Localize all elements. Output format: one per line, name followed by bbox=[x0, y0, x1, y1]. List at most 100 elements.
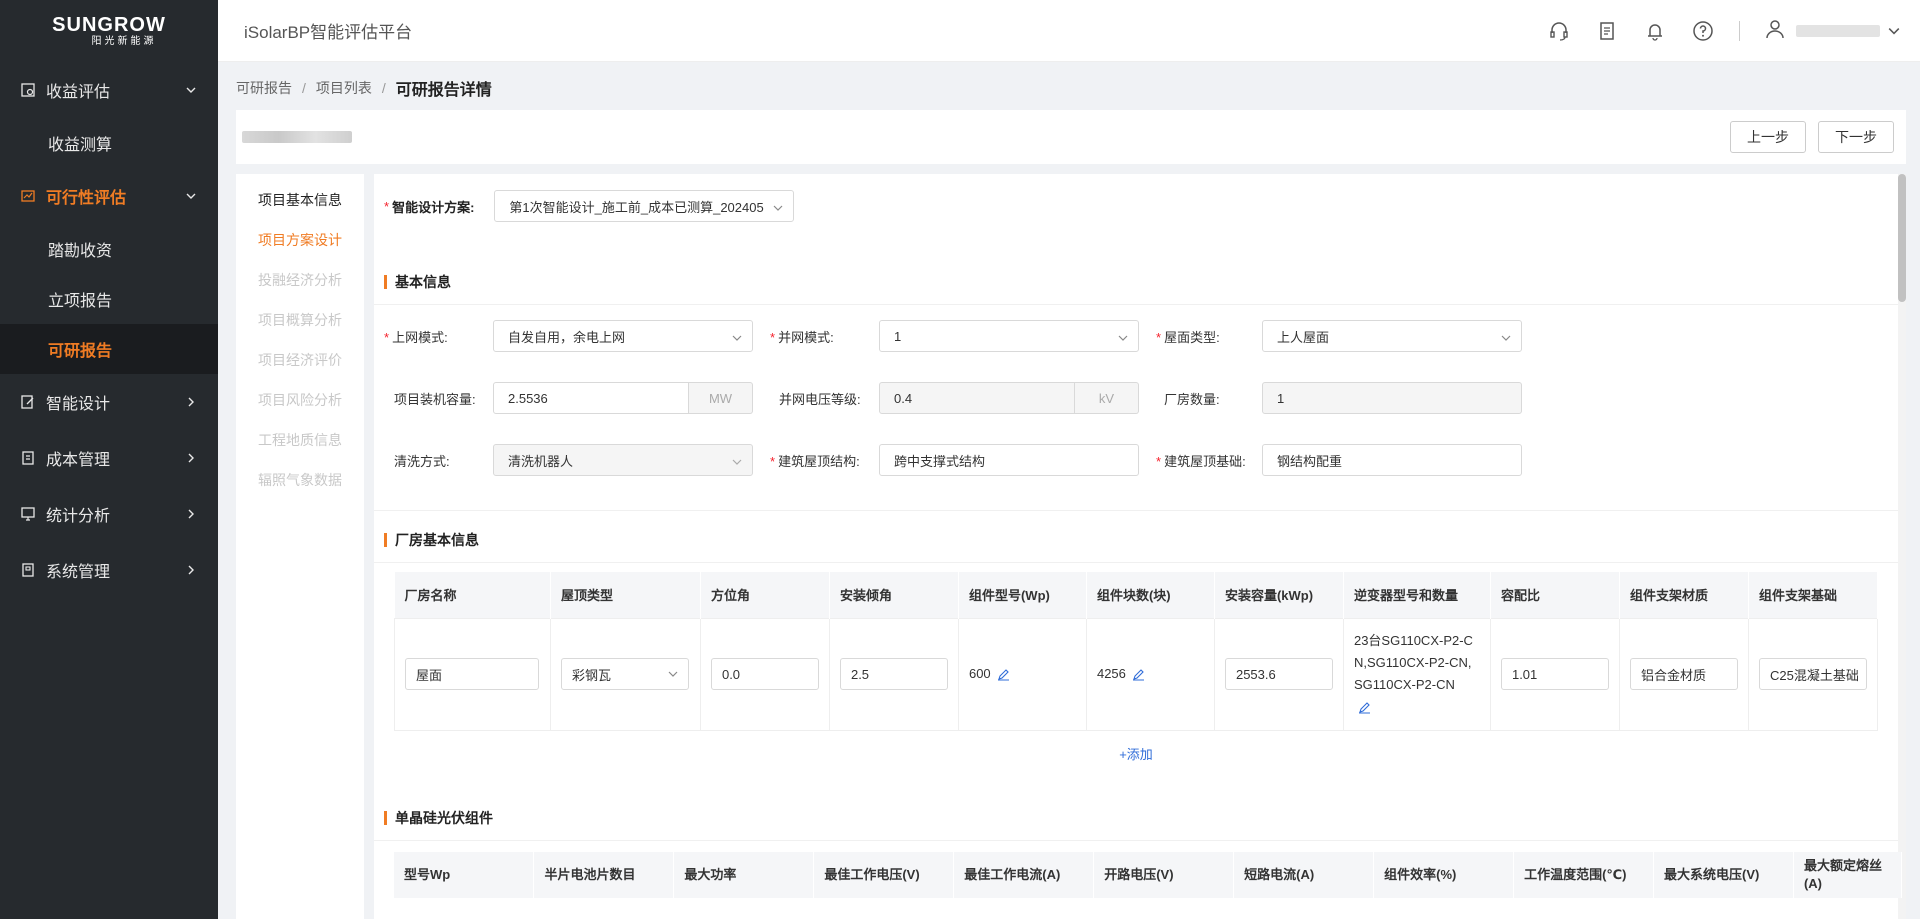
tilt-input[interactable]: 2.5 bbox=[839, 658, 948, 690]
sidebar-item-feasibility-report[interactable]: 可研报告 bbox=[0, 324, 218, 374]
edit-icon[interactable] bbox=[1132, 668, 1146, 682]
foundation-value: C25混凝土基础 bbox=[1769, 667, 1859, 683]
logo-brand: SUNGROW bbox=[52, 14, 166, 36]
document-icon[interactable] bbox=[1595, 19, 1619, 43]
foundation-input[interactable]: C25混凝土基础 bbox=[1758, 658, 1867, 690]
sidebar-item-survey[interactable]: 踏勘收资 bbox=[0, 224, 218, 274]
help-icon[interactable] bbox=[1691, 19, 1715, 43]
capacity-input[interactable]: 2.5536 bbox=[493, 382, 689, 414]
menu-group-feasibility[interactable]: 可行性评估 bbox=[0, 168, 218, 224]
app-title: iSolarBP智能评估平台 bbox=[244, 23, 413, 42]
design-plan-row: * 智能设计方案: 第1次智能设计_施工前_成本已测算_202405 bbox=[384, 190, 795, 222]
capacity-field: 项目装机容量: 2.5536 MW bbox=[394, 382, 753, 414]
plant-count-input: 1 bbox=[1262, 382, 1522, 414]
column-header: 组件块数(块) bbox=[1086, 572, 1215, 618]
breadcrumb-separator: / bbox=[381, 80, 386, 96]
divider bbox=[374, 562, 1898, 563]
breadcrumb-item[interactable]: 可研报告 bbox=[236, 78, 292, 98]
divider bbox=[374, 304, 1898, 305]
field-label: * 建筑屋顶基础: bbox=[1156, 453, 1246, 469]
menu-group-label: 系统管理 bbox=[46, 564, 111, 581]
parallel-mode-select[interactable]: 1 bbox=[879, 320, 1139, 352]
menu-group-smart-design[interactable]: 智能设计 bbox=[0, 374, 218, 430]
roof-structure-input[interactable]: 跨中支撑式结构 bbox=[879, 444, 1139, 476]
user-menu[interactable] bbox=[1764, 18, 1900, 43]
table-cell: C25混凝土基础 bbox=[1747, 617, 1879, 731]
ratio-value: 1.01 bbox=[1511, 666, 1538, 682]
section-bar bbox=[384, 811, 387, 825]
step-weather[interactable]: 辐照气象数据 bbox=[236, 460, 364, 500]
scrollbar-thumb[interactable] bbox=[1898, 174, 1906, 302]
bell-icon[interactable] bbox=[1643, 19, 1667, 43]
headset-icon[interactable] bbox=[1547, 19, 1571, 43]
step-plan-design[interactable]: 项目方案设计 bbox=[236, 220, 364, 260]
prev-step-button[interactable]: 上一步 bbox=[1730, 121, 1806, 153]
breadcrumb-item[interactable]: 项目列表 bbox=[316, 78, 372, 98]
chevron-down-icon bbox=[732, 331, 742, 341]
field-label: * 并网模式: bbox=[770, 329, 834, 345]
column-header: 容配比 bbox=[1490, 572, 1620, 618]
menu-group-label: 统计分析 bbox=[46, 508, 111, 525]
section-bar bbox=[384, 275, 387, 289]
menu-group-stats[interactable]: 统计分析 bbox=[0, 486, 218, 542]
chevron-right-icon bbox=[184, 507, 198, 521]
table-cell: 铝合金材质 bbox=[1618, 617, 1749, 731]
capacity-cell-input[interactable]: 2553.6 bbox=[1224, 658, 1333, 690]
menu-group-label: 智能设计 bbox=[46, 396, 111, 413]
module-value: 600 bbox=[968, 666, 991, 682]
sidebar-item-revenue-calc[interactable]: 收益测算 bbox=[0, 118, 218, 168]
roof-type-select[interactable]: 上人屋面 bbox=[1262, 320, 1522, 352]
inverter-value: 23台SG110CX-P2-CN,SG110CX-P2-CN,SG110CX-P… bbox=[1353, 633, 1473, 692]
sidebar-item-project-report[interactable]: 立项报告 bbox=[0, 274, 218, 324]
design-plan-label: 智能设计方案: bbox=[392, 199, 475, 215]
roof-structure-field: * 建筑屋顶结构: 跨中支撑式结构 bbox=[770, 444, 1139, 476]
step-basic-info[interactable]: 项目基本信息 bbox=[236, 180, 364, 220]
chevron-down-icon bbox=[184, 83, 198, 97]
chevron-right-icon bbox=[184, 451, 198, 465]
tilt-value: 2.5 bbox=[850, 666, 870, 682]
column-header: 屋顶类型 bbox=[550, 572, 701, 618]
project-toolbar: 上一步 下一步 bbox=[236, 110, 1906, 164]
add-plant-link[interactable]: +添加 bbox=[374, 744, 1898, 763]
column-header: 最佳工作电流(A) bbox=[953, 852, 1095, 898]
table-cell: 0.0 bbox=[699, 617, 830, 731]
monitor-icon bbox=[20, 506, 36, 522]
clean-method-select: 清洗机器人 bbox=[493, 444, 753, 476]
user-name bbox=[1796, 24, 1880, 37]
table-cell: 600 bbox=[957, 617, 1087, 731]
clean-method-field: 清洗方式: 清洗机器人 bbox=[394, 444, 753, 476]
section-title: 单晶硅光伏组件 bbox=[395, 810, 493, 826]
next-step-button[interactable]: 下一步 bbox=[1818, 121, 1894, 153]
chevron-down-icon bbox=[184, 189, 198, 203]
table-cell: 1.01 bbox=[1489, 617, 1620, 731]
design-plan-select[interactable]: 第1次智能设计_施工前_成本已测算_202405 bbox=[494, 190, 795, 222]
table-cell: 2.5 bbox=[828, 617, 959, 731]
step-estimate[interactable]: 项目概算分析 bbox=[236, 300, 364, 340]
parallel-mode-value: 1 bbox=[894, 328, 902, 344]
roof-type-cell-select[interactable]: 彩钢瓦 bbox=[560, 658, 689, 690]
step-risk[interactable]: 项目风险分析 bbox=[236, 380, 364, 420]
menu-group-system[interactable]: 系统管理 bbox=[0, 542, 218, 598]
roof-foundation-input[interactable]: 钢结构配重 bbox=[1262, 444, 1522, 476]
menu-group-cost[interactable]: 成本管理 bbox=[0, 430, 218, 486]
design-icon bbox=[20, 394, 36, 410]
column-header: 安装倾角 bbox=[829, 572, 959, 618]
plant-name-input[interactable]: 屋面 bbox=[405, 658, 539, 690]
material-input[interactable]: 铝合金材质 bbox=[1629, 658, 1738, 690]
ledger-icon bbox=[20, 450, 36, 466]
step-evaluation[interactable]: 项目经济评价 bbox=[236, 340, 364, 380]
step-geology[interactable]: 工程地质信息 bbox=[236, 420, 364, 460]
step-finance[interactable]: 投融经济分析 bbox=[236, 260, 364, 300]
edit-icon[interactable] bbox=[997, 668, 1011, 682]
edit-icon[interactable] bbox=[1358, 701, 1372, 715]
scrollbar[interactable] bbox=[1898, 174, 1906, 919]
design-plan-value: 第1次智能设计_施工前_成本已测算_202405 bbox=[509, 199, 764, 215]
field-label: 项目装机容量: bbox=[394, 391, 476, 407]
ratio-input[interactable]: 1.01 bbox=[1500, 658, 1609, 690]
grid-mode-select[interactable]: 自发自用，余电上网 bbox=[493, 320, 753, 352]
azimuth-value: 0.0 bbox=[721, 666, 741, 682]
menu-group-revenue[interactable]: 收益评估 bbox=[0, 62, 218, 118]
roof-type-field: * 屋面类型: 上人屋面 bbox=[1156, 320, 1522, 352]
azimuth-input[interactable]: 0.0 bbox=[710, 658, 819, 690]
column-header: 厂房名称 bbox=[394, 572, 551, 618]
